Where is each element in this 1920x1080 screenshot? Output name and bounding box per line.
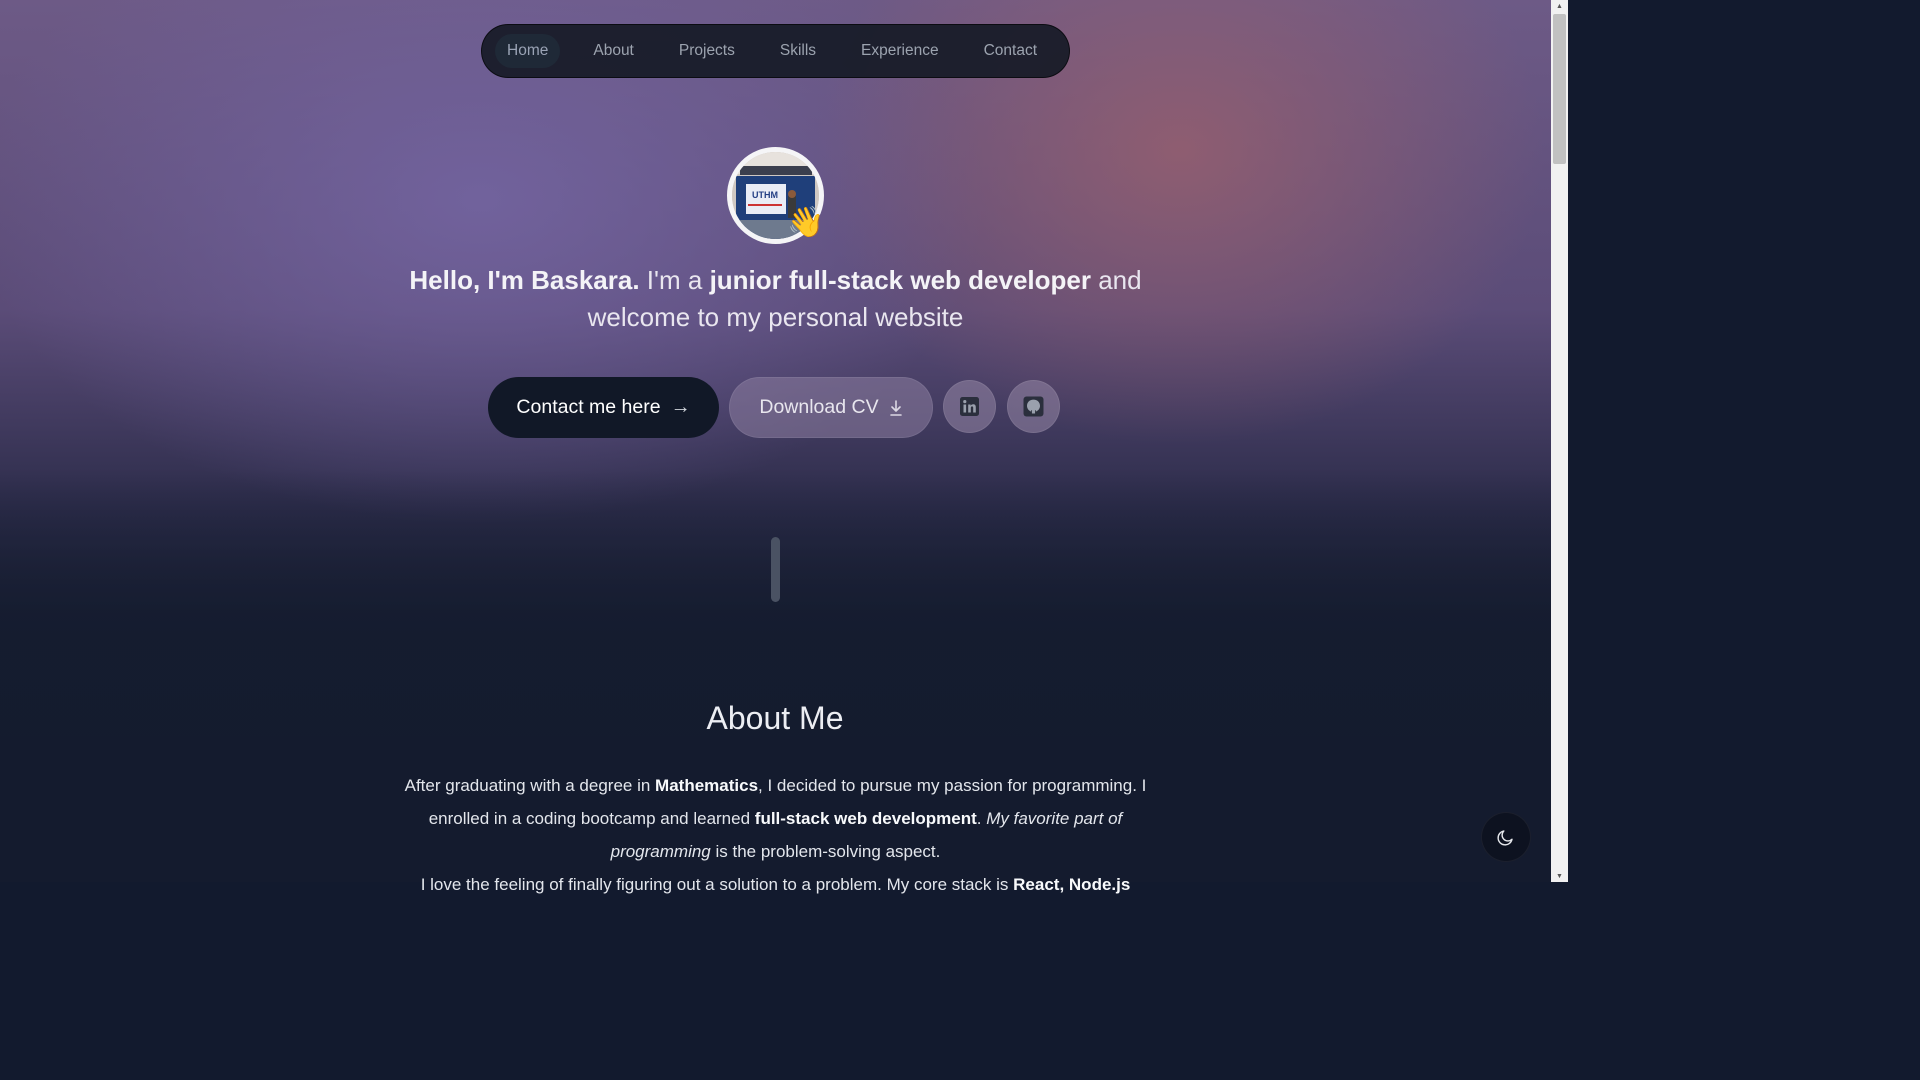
linkedin-button[interactable]	[943, 380, 996, 433]
nav-skills[interactable]: Skills	[768, 34, 828, 68]
about-text-1: After graduating with a degree in	[404, 776, 656, 795]
github-icon	[1023, 396, 1044, 417]
wave-emoji: 👋	[787, 206, 825, 239]
github-button[interactable]	[1007, 380, 1060, 433]
about-text-4: is the problem-solving aspect.	[710, 842, 941, 861]
about-title: About Me	[706, 700, 844, 736]
about-text-5: I love the feeling of finally figuring o…	[420, 875, 1014, 894]
headline-name: Hello, I'm Baskara.	[409, 265, 640, 295]
download-icon	[889, 399, 902, 416]
section-divider	[771, 537, 780, 602]
theme-toggle-button[interactable]	[1481, 812, 1531, 862]
nav-projects[interactable]: Projects	[667, 34, 747, 68]
page-scrollbar[interactable]: ▲ ▼	[1551, 0, 1568, 882]
nav-contact[interactable]: Contact	[972, 34, 1049, 68]
about-mathematics: Mathematics	[655, 776, 759, 795]
scrollbar-thumb[interactable]	[1553, 14, 1566, 164]
scroll-up-icon[interactable]: ▲	[1551, 0, 1568, 12]
nav-experience[interactable]: Experience	[849, 34, 951, 68]
about-fullstack: full-stack web development	[754, 809, 977, 828]
download-cv-button[interactable]: Download CV	[729, 377, 933, 438]
arrow-right-icon: →	[670, 396, 691, 418]
top-navigation: Home About Projects Skills Experience Co…	[481, 24, 1070, 78]
linkedin-icon	[960, 397, 979, 416]
headline-role: junior full-stack web developer	[709, 265, 1091, 295]
download-cv-label: Download CV	[759, 396, 879, 418]
nav-about[interactable]: About	[581, 34, 646, 68]
about-text-3: .	[976, 809, 987, 828]
contact-button-label: Contact me here	[516, 396, 661, 418]
contact-button[interactable]: Contact me here →	[488, 377, 719, 438]
headline-text: I'm a	[639, 265, 710, 295]
hero-headline: Hello, I'm Baskara. I'm a junior full-st…	[400, 262, 1151, 336]
moon-icon	[1497, 830, 1513, 846]
avatar-sign-text: UTHM	[752, 190, 778, 200]
scroll-down-icon[interactable]: ▼	[1551, 870, 1568, 882]
about-core-stack: React, Node.js	[1013, 875, 1131, 894]
nav-home[interactable]: Home	[495, 34, 561, 68]
about-paragraph: After graduating with a degree in Mathem…	[400, 769, 1151, 901]
